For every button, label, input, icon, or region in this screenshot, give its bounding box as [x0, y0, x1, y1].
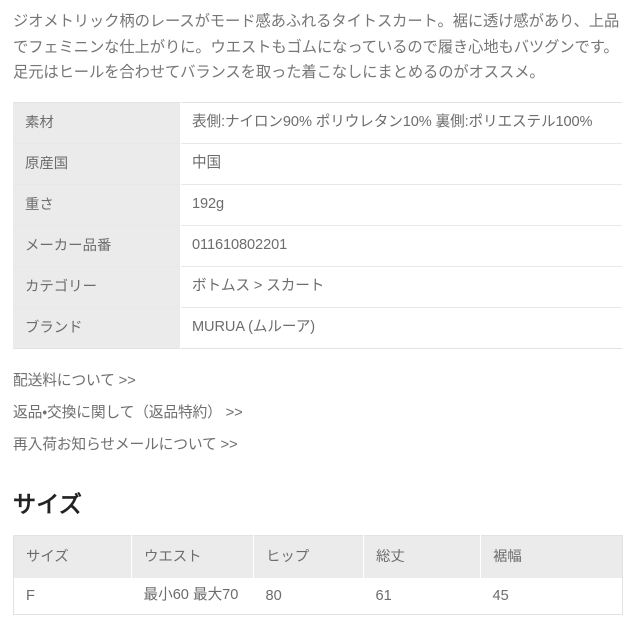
size-section-heading: サイズ [13, 490, 83, 517]
size-column-header-length: 総丈 [363, 535, 481, 578]
size-cell-waist: 最小60 最大70 [131, 577, 254, 614]
size-column-header-hip: ヒップ [253, 535, 364, 578]
table-row: ブランド MURUA (ムルーア) [13, 307, 622, 348]
spec-value-model-number: 011610802201 [180, 225, 622, 266]
size-column-header-size: サイズ [13, 535, 132, 578]
size-cell-size: F [13, 577, 132, 614]
spec-label-brand: ブランド [13, 307, 181, 348]
size-column-header-waist: ウエスト [131, 535, 254, 578]
spec-label-weight: 重さ [13, 184, 181, 225]
product-detail-page: ジオメトリック柄のレースがモード感あふれるタイトスカート。裾に透け感があり、上品… [0, 0, 640, 615]
info-link-list: 配送料について >> 返品・交換に関して（返品特約） >> 再入荷お知らせメール… [13, 370, 627, 456]
size-table: サイズ ウエスト ヒップ 総丈 裾幅 F 最小60 最大70 80 61 45 [13, 534, 623, 615]
size-cell-length: 61 [363, 577, 481, 614]
product-description: ジオメトリック柄のレースがモード感あふれるタイトスカート。裾に透け感があり、上品… [13, 13, 620, 81]
table-row: カテゴリー ボトムス > スカート [13, 266, 622, 307]
specification-table: 素材 表側:ナイロン90% ポリウレタン10% 裏側:ポリエステル100% 原産… [13, 101, 622, 349]
spec-value-origin: 中国 [180, 143, 622, 184]
spec-label-category: カテゴリー [13, 266, 181, 307]
table-row: F 最小60 最大70 80 61 45 [13, 577, 623, 614]
table-header-row: サイズ ウエスト ヒップ 総丈 裾幅 [13, 535, 623, 578]
list-item: 再入荷お知らせメールについて >> [13, 434, 627, 456]
spec-value-weight: 192g [180, 184, 622, 225]
spec-label-model-number: メーカー品番 [13, 225, 181, 266]
table-row: 重さ 192g [13, 184, 622, 225]
restock-notification-link[interactable]: 再入荷お知らせメールについて >> [13, 437, 238, 453]
spec-label-material: 素材 [13, 102, 181, 143]
spec-value-brand: MURUA (ムルーア) [180, 307, 622, 348]
table-row: 原産国 中国 [13, 143, 622, 184]
table-row: メーカー品番 011610802201 [13, 225, 622, 266]
table-row: 素材 表側:ナイロン90% ポリウレタン10% 裏側:ポリエステル100% [13, 102, 622, 143]
size-cell-hip: 80 [253, 577, 364, 614]
list-item: 配送料について >> [13, 370, 627, 392]
list-item: 返品・交換に関して（返品特約） >> [13, 402, 627, 424]
size-cell-hem: 45 [480, 577, 623, 614]
size-column-header-hem: 裾幅 [480, 535, 623, 578]
returns-exchange-link[interactable]: 返品・交換に関して（返品特約） >> [13, 405, 243, 421]
spec-label-origin: 原産国 [13, 143, 181, 184]
spec-value-category: ボトムス > スカート [180, 266, 622, 307]
shipping-fee-link[interactable]: 配送料について >> [13, 373, 136, 389]
spec-value-material: 表側:ナイロン90% ポリウレタン10% 裏側:ポリエステル100% [180, 102, 622, 143]
